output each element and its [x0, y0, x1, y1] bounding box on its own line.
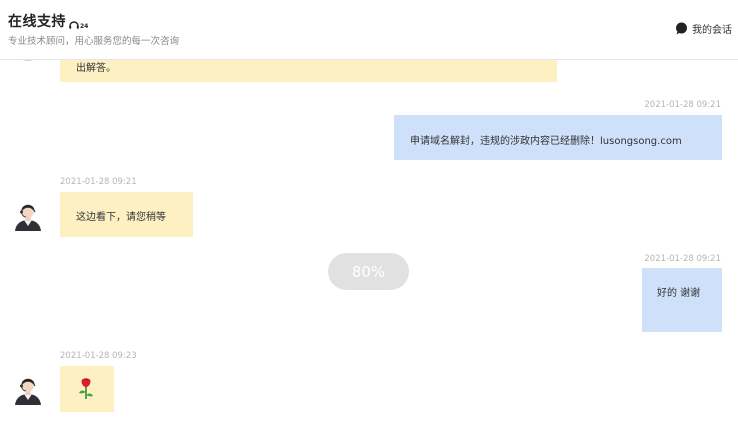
headset-24-icon: 24 — [68, 19, 88, 31]
zoom-level-indicator: 80% — [328, 253, 409, 290]
agent-message-bubble: 这边看下，请您稍等 — [60, 192, 193, 237]
agent-message-bubble — [60, 366, 114, 412]
message-list[interactable]: 出解答。 2021-01-28 09:21 申请域名解封，违规的涉政内容已经删除… — [0, 60, 738, 424]
agent-message-bubble: 出解答。 — [60, 60, 557, 82]
message-timestamp: 2021-01-28 09:21 — [644, 100, 721, 110]
message-text: 好的 谢谢 — [657, 288, 701, 299]
message-text: 出解答。 — [76, 63, 116, 74]
user-message-bubble: 申请域名解封，违规的涉政内容已经删除！lusongsong.com — [394, 115, 722, 160]
page-title: 在线支持 — [8, 14, 66, 30]
chat-bubble-icon — [676, 22, 687, 35]
message-text: 这边看下，请您稍等 — [76, 212, 166, 223]
agent-avatar — [12, 199, 44, 231]
my-sessions-button[interactable]: 我的会话 — [675, 21, 732, 36]
message-text: 申请域名解封，违规的涉政内容已经删除！lusongsong.com — [410, 136, 682, 147]
rose-emoji-icon — [77, 376, 95, 404]
page-subtitle: 专业技术顾问，用心服务您的每一次咨询 — [8, 36, 180, 47]
message-timestamp: 2021-01-28 09:21 — [60, 177, 137, 187]
my-sessions-label: 我的会话 — [692, 25, 732, 36]
message-timestamp: 2021-01-28 09:21 — [644, 254, 721, 264]
user-message-bubble: 好的 谢谢 — [642, 268, 722, 332]
chat-header: 在线支持 24 专业技术顾问，用心服务您的每一次咨询 我的会话 — [0, 0, 738, 60]
message-timestamp: 2021-01-28 09:23 — [60, 351, 137, 361]
agent-avatar — [12, 373, 44, 405]
title-row: 在线支持 24 — [8, 11, 88, 31]
avatar-partial — [14, 60, 42, 61]
title-badge: 24 — [80, 23, 89, 30]
